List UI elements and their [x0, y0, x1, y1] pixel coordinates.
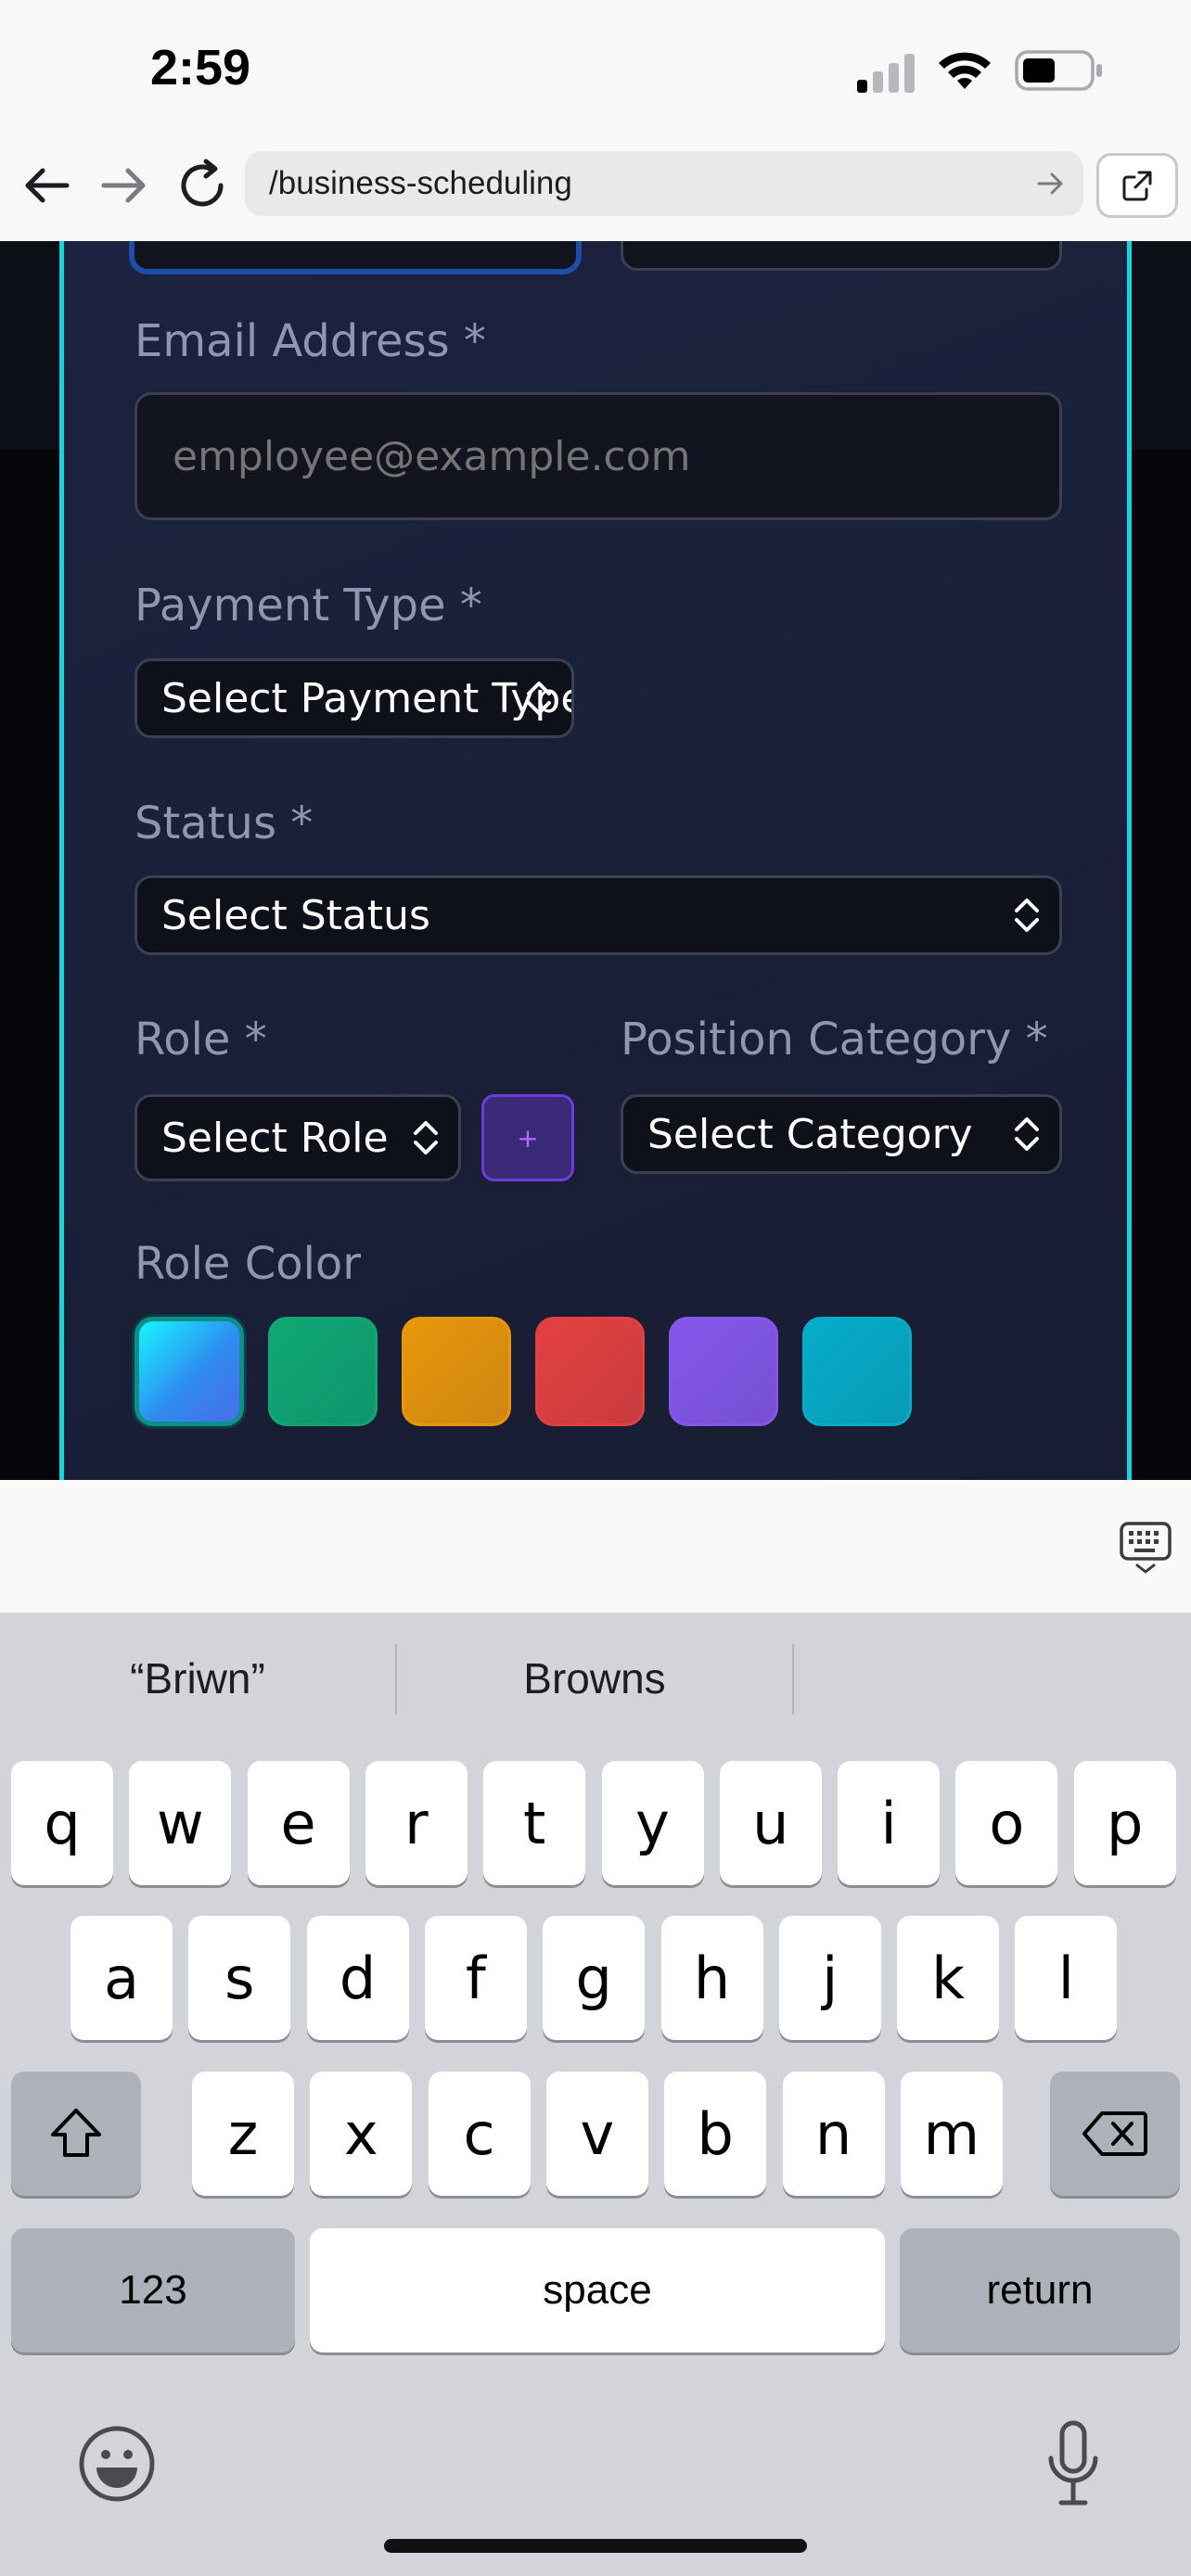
- chevron-updown-icon: [1015, 899, 1039, 932]
- url-text: /business-scheduling: [269, 165, 572, 201]
- key-e[interactable]: e: [247, 1761, 350, 1885]
- key-g[interactable]: g: [543, 1916, 646, 2040]
- key-y[interactable]: y: [601, 1761, 704, 1885]
- key-s[interactable]: s: [188, 1916, 291, 2040]
- key-k[interactable]: k: [897, 1916, 1000, 2040]
- key-v[interactable]: v: [545, 2072, 648, 2196]
- chevron-updown-icon: [414, 1121, 438, 1154]
- last-name-input-edge[interactable]: [621, 241, 1062, 271]
- status-select[interactable]: Select Status: [134, 875, 1062, 955]
- web-content: Email Address * Payment Type * Select Pa…: [0, 241, 1191, 1480]
- shift-icon: [51, 2109, 101, 2157]
- role-value: Select Role: [161, 1114, 389, 1162]
- status-time: 2:59: [150, 40, 251, 96]
- key-x[interactable]: x: [310, 2072, 413, 2196]
- role-select[interactable]: Select Role: [134, 1094, 461, 1181]
- color-swatch[interactable]: [802, 1317, 912, 1426]
- back-arrow-icon[interactable]: [20, 165, 72, 206]
- key-i[interactable]: i: [838, 1761, 941, 1885]
- chevron-updown-icon: [1015, 1117, 1039, 1151]
- key-j[interactable]: j: [778, 1916, 881, 2040]
- reload-icon[interactable]: [174, 158, 230, 213]
- position-category-select[interactable]: Select Category: [621, 1094, 1062, 1174]
- color-swatch[interactable]: [268, 1317, 378, 1426]
- color-swatch[interactable]: [134, 1317, 244, 1426]
- forward-arrow-icon[interactable]: [98, 165, 150, 206]
- key-l[interactable]: l: [1015, 1916, 1118, 2040]
- email-input[interactable]: [137, 395, 1059, 517]
- role-color-label: Role Color: [134, 1238, 362, 1290]
- payment-type-value: Select Payment Type: [161, 674, 574, 722]
- chevron-updown-icon: [527, 682, 551, 715]
- color-swatch[interactable]: [669, 1317, 778, 1426]
- key-z[interactable]: z: [192, 2072, 294, 2196]
- role-label: Role *: [134, 1014, 267, 1065]
- return-key[interactable]: return: [900, 2228, 1180, 2353]
- key-n[interactable]: n: [782, 2072, 885, 2196]
- key-m[interactable]: m: [900, 2072, 1003, 2196]
- key-u[interactable]: u: [719, 1761, 822, 1885]
- key-f[interactable]: f: [424, 1916, 527, 2040]
- space-key[interactable]: space: [310, 2228, 885, 2353]
- delete-key[interactable]: [1050, 2072, 1180, 2196]
- battery-icon: [1015, 50, 1102, 91]
- onscreen-keyboard: “Briwn” Browns qwertyuiopasdfghjklzxcvbn…: [0, 1613, 1191, 2576]
- position-category-value: Select Category: [647, 1110, 973, 1158]
- key-b[interactable]: b: [664, 2072, 767, 2196]
- key-d[interactable]: d: [306, 1916, 409, 2040]
- wifi-icon: [939, 52, 991, 89]
- status-bar: 2:59: [0, 0, 1191, 130]
- shift-key[interactable]: [11, 2072, 141, 2196]
- key-r[interactable]: r: [365, 1761, 467, 1885]
- keyboard-keys: qwertyuiop asdfghjkl zxcvbnm: [0, 1613, 1191, 2576]
- color-swatch[interactable]: [535, 1317, 645, 1426]
- status-value: Select Status: [161, 891, 430, 939]
- email-field[interactable]: [134, 392, 1062, 520]
- keyboard-dismiss-icon[interactable]: [1119, 1521, 1172, 1575]
- home-indicator: [384, 2539, 807, 2553]
- url-bar[interactable]: /business-scheduling: [245, 151, 1083, 216]
- color-swatch[interactable]: [402, 1317, 511, 1426]
- emoji-icon[interactable]: [78, 2425, 156, 2503]
- external-link-icon: [1122, 171, 1152, 201]
- key-o[interactable]: o: [955, 1761, 1058, 1885]
- add-role-button[interactable]: +: [481, 1094, 574, 1181]
- backspace-icon: [1082, 2111, 1147, 2156]
- key-w[interactable]: w: [129, 1761, 232, 1885]
- numbers-key[interactable]: 123: [11, 2228, 295, 2353]
- key-a[interactable]: a: [70, 1916, 173, 2040]
- employee-form-modal: Email Address * Payment Type * Select Pa…: [59, 241, 1132, 1480]
- key-c[interactable]: c: [428, 2072, 531, 2196]
- keyboard-accessory-bar: [0, 1480, 1191, 1613]
- microphone-icon[interactable]: [1046, 2419, 1100, 2508]
- key-p[interactable]: p: [1073, 1761, 1176, 1885]
- payment-type-label: Payment Type *: [134, 580, 482, 631]
- key-t[interactable]: t: [483, 1761, 586, 1885]
- cellular-signal-icon: [857, 54, 915, 93]
- key-h[interactable]: h: [660, 1916, 763, 2040]
- key-q[interactable]: q: [11, 1761, 113, 1885]
- email-label: Email Address *: [134, 315, 486, 367]
- position-category-label: Position Category *: [621, 1014, 1048, 1065]
- add-role-label: +: [517, 1122, 539, 1154]
- status-label: Status *: [134, 797, 314, 849]
- open-external-button[interactable]: [1096, 153, 1178, 218]
- first-name-input-edge[interactable]: [129, 241, 582, 274]
- role-color-swatches: [134, 1317, 969, 1437]
- go-arrow-icon[interactable]: [1037, 172, 1065, 196]
- payment-type-select[interactable]: Select Payment Type: [134, 658, 574, 738]
